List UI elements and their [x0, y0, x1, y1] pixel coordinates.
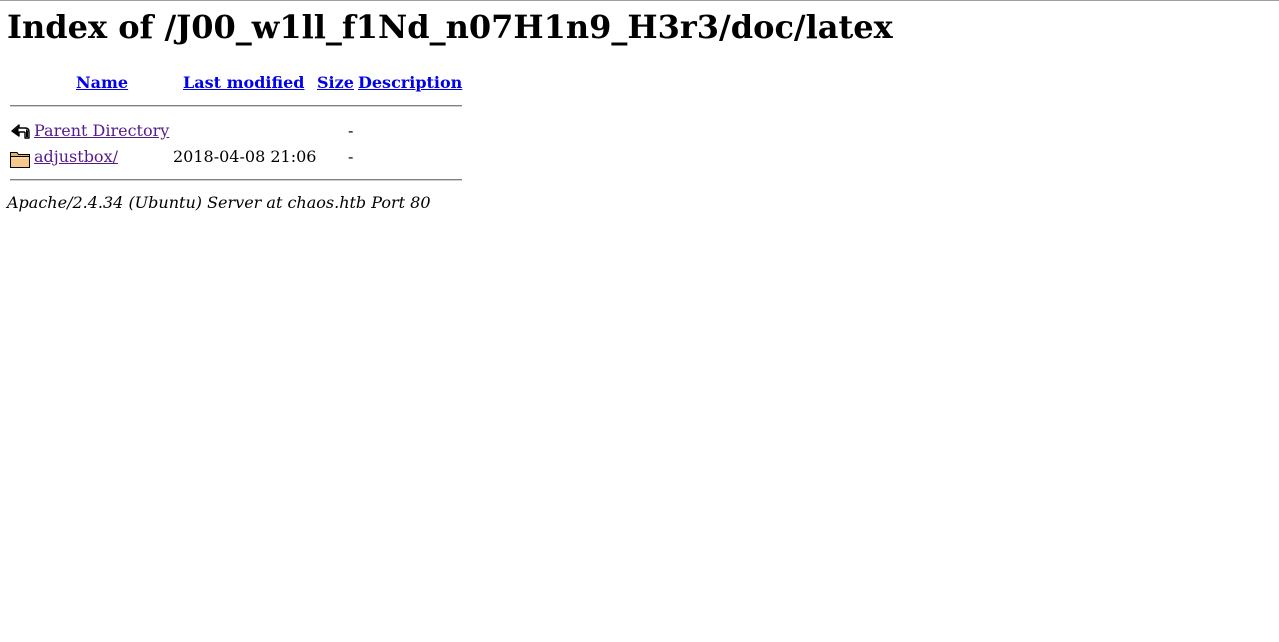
footer-divider — [10, 179, 462, 181]
row-last-modified: 2018-04-08 21:06 — [173, 147, 317, 166]
folder-icon — [10, 152, 30, 168]
sort-by-name-link[interactable]: Name — [76, 73, 128, 92]
parent-directory-link[interactable]: Parent Directory — [34, 121, 169, 140]
column-header-last-modified[interactable]: Last modified — [183, 73, 304, 92]
column-header-description[interactable]: Description — [358, 73, 462, 92]
adjustbox-folder-link[interactable]: adjustbox/ — [34, 147, 118, 166]
sort-by-size-link[interactable]: Size — [317, 73, 354, 92]
header-divider — [10, 105, 462, 107]
server-signature: Apache/2.4.34 (Ubuntu) Server at chaos.h… — [7, 193, 431, 212]
directory-listing: Name Last modified Size Description Pare… — [0, 0, 1279, 642]
row-size: - — [348, 147, 354, 166]
row-size: - — [348, 121, 354, 140]
sort-by-description-link[interactable]: Description — [358, 73, 462, 92]
column-header-name[interactable]: Name — [76, 73, 128, 92]
table-row[interactable]: Parent Directory — [34, 121, 169, 140]
table-row[interactable]: adjustbox/ — [34, 147, 118, 166]
column-header-size[interactable]: Size — [317, 73, 354, 92]
back-icon — [11, 124, 30, 139]
sort-by-last-modified-link[interactable]: Last modified — [183, 73, 304, 92]
